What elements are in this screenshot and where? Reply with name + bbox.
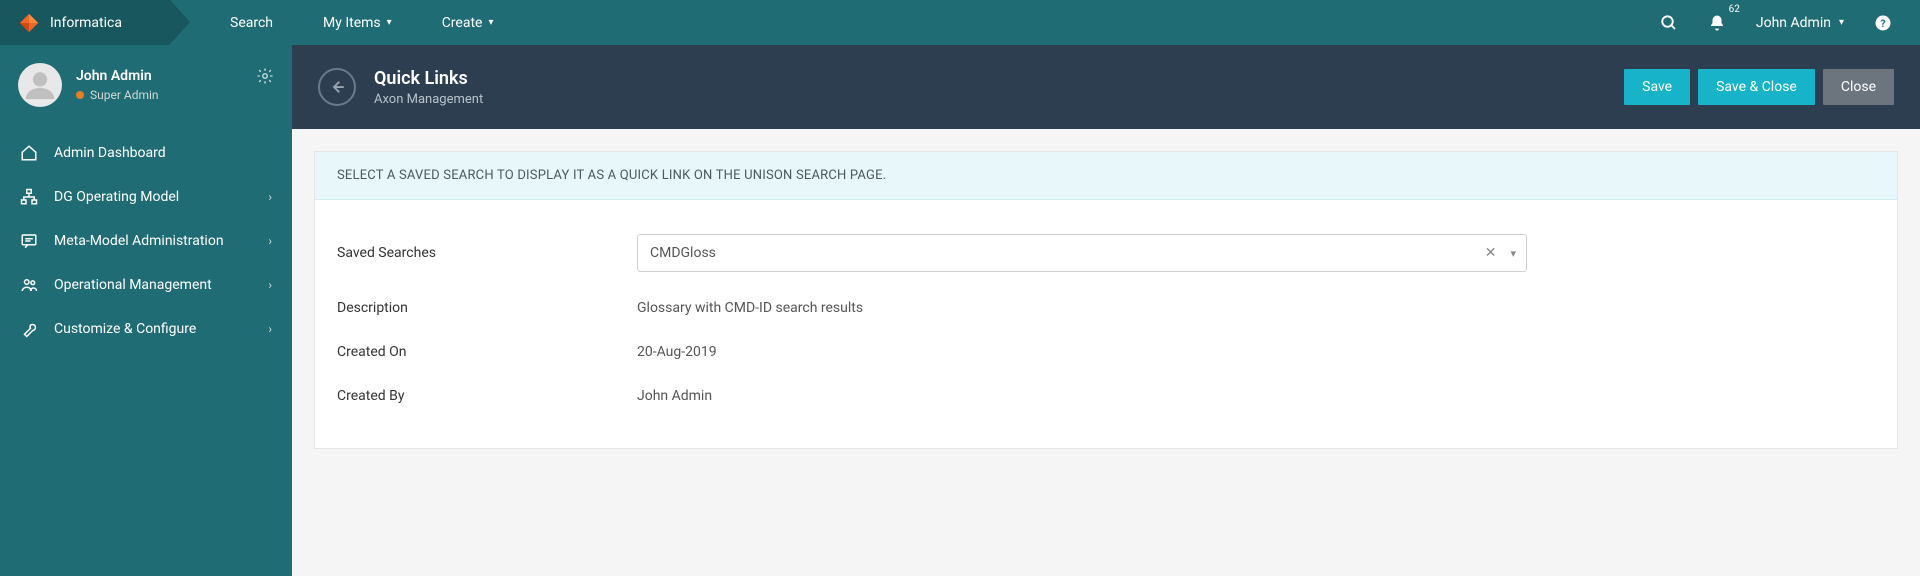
brand-name: Informatica [50,15,122,31]
save-button[interactable]: Save [1624,69,1690,105]
sidebar-item-label: Operational Management [54,277,212,293]
settings-gear-icon[interactable] [256,67,274,85]
svg-text:?: ? [1880,16,1885,29]
topbar-right: 62 John Admin ▾ ? [1660,0,1920,45]
wrench-icon [20,320,38,338]
main-panel: Quick Links Axon Management Save Save & … [292,45,1920,576]
back-button[interactable] [318,68,356,106]
chevron-right-icon: › [268,234,272,248]
sidebar-user-role: Super Admin [76,88,159,102]
nav-my-items[interactable]: My Items▾ [323,15,392,31]
sidebar-item-meta-model-administration[interactable]: Meta-Model Administration › [0,219,292,263]
sidebar-item-label: Meta-Model Administration [54,233,224,249]
sidebar-user-block: John Admin Super Admin [0,45,292,131]
save-and-close-button[interactable]: Save & Close [1698,69,1815,105]
sidebar-item-admin-dashboard[interactable]: Admin Dashboard [0,131,292,175]
top-bar: Informatica Search My Items▾ Create▾ 62 … [0,0,1920,45]
brand-block[interactable]: Informatica [0,0,170,45]
row-created-on: Created On 20-Aug-2019 [337,330,1875,374]
label-created-by: Created By [337,388,637,404]
user-menu[interactable]: John Admin ▾ [1756,15,1844,31]
sidebar-item-label: Admin Dashboard [54,145,166,161]
value-created-by: John Admin [637,388,1875,404]
chevron-down-icon: ▾ [1839,17,1844,28]
chat-icon [20,232,38,250]
home-icon [20,144,38,162]
notifications-icon[interactable]: 62 [1708,14,1726,32]
content-area: SELECT A SAVED SEARCH TO DISPLAY IT AS A… [292,129,1920,576]
sidebar-user-name: John Admin [76,68,159,84]
sidebar-item-dg-operating-model[interactable]: DG Operating Model › [0,175,292,219]
saved-searches-value: CMDGloss [650,245,716,261]
sidebar-item-label: DG Operating Model [54,189,179,205]
sidebar: John Admin Super Admin Admin Dashboard D… [0,45,292,576]
saved-searches-select[interactable]: CMDGloss ✕ ▾ [637,234,1527,272]
help-icon[interactable]: ? [1874,14,1892,32]
quick-link-form: Saved Searches CMDGloss ✕ ▾ Description … [315,200,1897,448]
form-panel: SELECT A SAVED SEARCH TO DISPLAY IT AS A… [314,151,1898,449]
label-saved-searches: Saved Searches [337,245,637,261]
avatar [18,63,62,107]
nav-create[interactable]: Create▾ [442,15,494,31]
row-created-by: Created By John Admin [337,374,1875,418]
chevron-right-icon: › [268,278,272,292]
notification-count: 62 [1729,4,1740,15]
nav-search[interactable]: Search [230,15,273,31]
sidebar-item-operational-management[interactable]: Operational Management › [0,263,292,307]
page-title: Quick Links [374,68,483,89]
page-subtitle: Axon Management [374,92,483,107]
info-banner: SELECT A SAVED SEARCH TO DISPLAY IT AS A… [315,152,1897,200]
page-header: Quick Links Axon Management Save Save & … [292,45,1920,129]
chevron-right-icon: › [268,190,272,204]
status-dot-icon [76,91,84,99]
user-menu-name: John Admin [1756,15,1831,31]
users-icon [20,276,38,294]
top-nav: Search My Items▾ Create▾ [230,0,494,45]
value-description: Glossary with CMD-ID search results [637,300,1875,316]
sidebar-item-customize-configure[interactable]: Customize & Configure › [0,307,292,351]
chevron-down-icon: ▾ [488,17,493,28]
brand-logo-icon [18,12,40,34]
search-icon[interactable] [1660,14,1678,32]
value-created-on: 20-Aug-2019 [637,344,1875,360]
hierarchy-icon [20,188,38,206]
chevron-right-icon: › [268,322,272,336]
row-saved-searches: Saved Searches CMDGloss ✕ ▾ [337,220,1875,286]
row-description: Description Glossary with CMD-ID search … [337,286,1875,330]
sidebar-item-label: Customize & Configure [54,321,196,337]
close-button[interactable]: Close [1823,69,1894,105]
clear-icon[interactable]: ✕ [1485,245,1497,261]
chevron-down-icon: ▾ [387,17,392,28]
label-description: Description [337,300,637,316]
header-actions: Save Save & Close Close [1624,69,1894,105]
chevron-down-icon[interactable]: ▾ [1510,247,1516,260]
label-created-on: Created On [337,344,637,360]
